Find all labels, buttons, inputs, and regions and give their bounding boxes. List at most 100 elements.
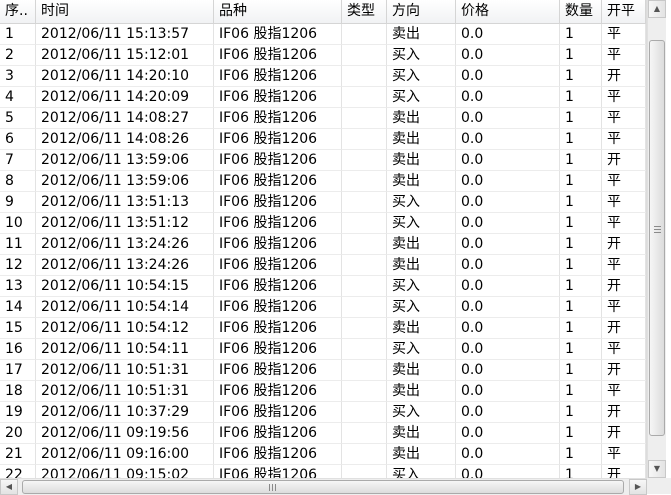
direction-cell: 卖出 bbox=[387, 171, 456, 192]
table-row[interactable]: 4 2012/06/11 14:20:09 IF06 股指1206 买入 0.0 1 平 bbox=[0, 87, 646, 108]
quantity-cell: 1 bbox=[560, 444, 602, 465]
open-close-cell: 平 bbox=[602, 381, 646, 402]
direction-cell: 卖出 bbox=[387, 129, 456, 150]
column-header-time[interactable]: 时间 bbox=[36, 0, 214, 23]
instrument-cell: IF06 股指1206 bbox=[214, 87, 342, 108]
column-header-type[interactable]: 类型 bbox=[342, 0, 387, 23]
price-cell: 0.0 bbox=[456, 108, 560, 129]
scroll-right-button[interactable]: ▶ bbox=[629, 479, 647, 495]
seq-cell: 4 bbox=[0, 87, 36, 108]
time-cell: 2012/06/11 13:24:26 bbox=[36, 255, 214, 276]
instrument-cell: IF06 股指1206 bbox=[214, 150, 342, 171]
instrument-cell: IF06 股指1206 bbox=[214, 402, 342, 423]
open-close-cell: 平 bbox=[602, 213, 646, 234]
direction-cell: 买入 bbox=[387, 339, 456, 360]
seq-cell: 20 bbox=[0, 423, 36, 444]
type-cell bbox=[342, 255, 387, 276]
price-cell: 0.0 bbox=[456, 192, 560, 213]
type-cell bbox=[342, 192, 387, 213]
grip-line bbox=[654, 229, 661, 230]
table-row[interactable]: 5 2012/06/11 14:08:27 IF06 股指1206 卖出 0.0 1 平 bbox=[0, 108, 646, 129]
horizontal-scrollbar[interactable]: ◀ ▶ bbox=[0, 478, 647, 495]
table-row[interactable]: 2 2012/06/11 15:12:01 IF06 股指1206 买入 0.0 1 平 bbox=[0, 45, 646, 66]
price-cell: 0.0 bbox=[456, 339, 560, 360]
instrument-cell: IF06 股指1206 bbox=[214, 171, 342, 192]
grip-line bbox=[654, 226, 661, 227]
instrument-cell: IF06 股指1206 bbox=[214, 24, 342, 45]
scroll-left-button[interactable]: ◀ bbox=[0, 479, 18, 495]
table-row[interactable]: 11 2012/06/11 13:24:26 IF06 股指1206 卖出 0.0 1 开 bbox=[0, 234, 646, 255]
open-close-cell: 平 bbox=[602, 108, 646, 129]
price-cell: 0.0 bbox=[456, 402, 560, 423]
table-row[interactable]: 6 2012/06/11 14:08:26 IF06 股指1206 卖出 0.0 1 平 bbox=[0, 129, 646, 150]
table-row[interactable]: 15 2012/06/11 10:54:12 IF06 股指1206 卖出 0.0 1 开 bbox=[0, 318, 646, 339]
quantity-cell: 1 bbox=[560, 465, 602, 478]
instrument-cell: IF06 股指1206 bbox=[214, 360, 342, 381]
grip-line bbox=[272, 484, 273, 491]
price-cell: 0.0 bbox=[456, 444, 560, 465]
direction-cell: 买入 bbox=[387, 45, 456, 66]
table-row[interactable]: 9 2012/06/11 13:51:13 IF06 股指1206 买入 0.0 1 平 bbox=[0, 192, 646, 213]
direction-cell: 买入 bbox=[387, 87, 456, 108]
column-header-quantity[interactable]: 数量 bbox=[560, 0, 602, 23]
table-row[interactable]: 21 2012/06/11 09:16:00 IF06 股指1206 卖出 0.0 1 平 bbox=[0, 444, 646, 465]
time-cell: 2012/06/11 10:54:14 bbox=[36, 297, 214, 318]
table-row[interactable]: 13 2012/06/11 10:54:15 IF06 股指1206 买入 0.0 1 开 bbox=[0, 276, 646, 297]
vertical-scrollbar[interactable]: ▲ ▼ bbox=[647, 0, 666, 478]
table-row[interactable]: 22 2012/06/11 09:15:02 IF06 股指1206 买入 0.0 1 开 bbox=[0, 465, 646, 478]
table-row[interactable]: 19 2012/06/11 10:37:29 IF06 股指1206 买入 0.0 1 开 bbox=[0, 402, 646, 423]
column-header-price[interactable]: 价格 bbox=[456, 0, 560, 23]
table-row[interactable]: 16 2012/06/11 10:54:11 IF06 股指1206 买入 0.0 1 平 bbox=[0, 339, 646, 360]
vertical-scroll-thumb[interactable] bbox=[649, 40, 665, 436]
instrument-cell: IF06 股指1206 bbox=[214, 297, 342, 318]
type-cell bbox=[342, 129, 387, 150]
grip-line bbox=[269, 484, 270, 491]
table-row[interactable]: 8 2012/06/11 13:59:06 IF06 股指1206 卖出 0.0 1 平 bbox=[0, 171, 646, 192]
price-cell: 0.0 bbox=[456, 318, 560, 339]
seq-cell: 13 bbox=[0, 276, 36, 297]
scroll-down-button[interactable]: ▼ bbox=[648, 460, 666, 478]
seq-cell: 18 bbox=[0, 381, 36, 402]
time-cell: 2012/06/11 09:16:00 bbox=[36, 444, 214, 465]
time-cell: 2012/06/11 10:37:29 bbox=[36, 402, 214, 423]
table-row[interactable]: 10 2012/06/11 13:51:12 IF06 股指1206 买入 0.0 1 平 bbox=[0, 213, 646, 234]
seq-cell: 14 bbox=[0, 297, 36, 318]
quantity-cell: 1 bbox=[560, 24, 602, 45]
table-row[interactable]: 17 2012/06/11 10:51:31 IF06 股指1206 卖出 0.0 1 开 bbox=[0, 360, 646, 381]
open-close-cell: 开 bbox=[602, 402, 646, 423]
open-close-cell: 开 bbox=[602, 234, 646, 255]
seq-cell: 22 bbox=[0, 465, 36, 478]
column-header-open-close[interactable]: 开平 bbox=[602, 0, 646, 23]
direction-cell: 卖出 bbox=[387, 255, 456, 276]
horizontal-scroll-thumb[interactable] bbox=[22, 480, 624, 494]
quantity-cell: 1 bbox=[560, 234, 602, 255]
table-row[interactable]: 3 2012/06/11 14:20:10 IF06 股指1206 买入 0.0 1 开 bbox=[0, 66, 646, 87]
quantity-cell: 1 bbox=[560, 192, 602, 213]
price-cell: 0.0 bbox=[456, 423, 560, 444]
price-cell: 0.0 bbox=[456, 45, 560, 66]
table-row[interactable]: 20 2012/06/11 09:19:56 IF06 股指1206 卖出 0.0 1 开 bbox=[0, 423, 646, 444]
type-cell bbox=[342, 276, 387, 297]
seq-cell: 3 bbox=[0, 66, 36, 87]
instrument-cell: IF06 股指1206 bbox=[214, 423, 342, 444]
quantity-cell: 1 bbox=[560, 423, 602, 444]
price-cell: 0.0 bbox=[456, 129, 560, 150]
table-row[interactable]: 7 2012/06/11 13:59:06 IF06 股指1206 卖出 0.0 1 开 bbox=[0, 150, 646, 171]
table-row[interactable]: 14 2012/06/11 10:54:14 IF06 股指1206 买入 0.0 1 平 bbox=[0, 297, 646, 318]
seq-cell: 16 bbox=[0, 339, 36, 360]
direction-cell: 买入 bbox=[387, 66, 456, 87]
type-cell bbox=[342, 465, 387, 478]
scroll-up-button[interactable]: ▲ bbox=[648, 0, 666, 18]
open-close-cell: 平 bbox=[602, 297, 646, 318]
table-row[interactable]: 12 2012/06/11 13:24:26 IF06 股指1206 卖出 0.0 1 平 bbox=[0, 255, 646, 276]
price-cell: 0.0 bbox=[456, 297, 560, 318]
column-header-instrument[interactable]: 品种 bbox=[214, 0, 342, 23]
time-cell: 2012/06/11 14:20:09 bbox=[36, 87, 214, 108]
price-cell: 0.0 bbox=[456, 66, 560, 87]
direction-cell: 卖出 bbox=[387, 318, 456, 339]
quantity-cell: 1 bbox=[560, 339, 602, 360]
table-row[interactable]: 1 2012/06/11 15:13:57 IF06 股指1206 卖出 0.0 1 平 bbox=[0, 24, 646, 45]
column-header-seq[interactable]: 序.. bbox=[0, 0, 36, 23]
column-header-direction[interactable]: 方向 bbox=[387, 0, 456, 23]
table-row[interactable]: 18 2012/06/11 10:51:31 IF06 股指1206 卖出 0.0 1 平 bbox=[0, 381, 646, 402]
